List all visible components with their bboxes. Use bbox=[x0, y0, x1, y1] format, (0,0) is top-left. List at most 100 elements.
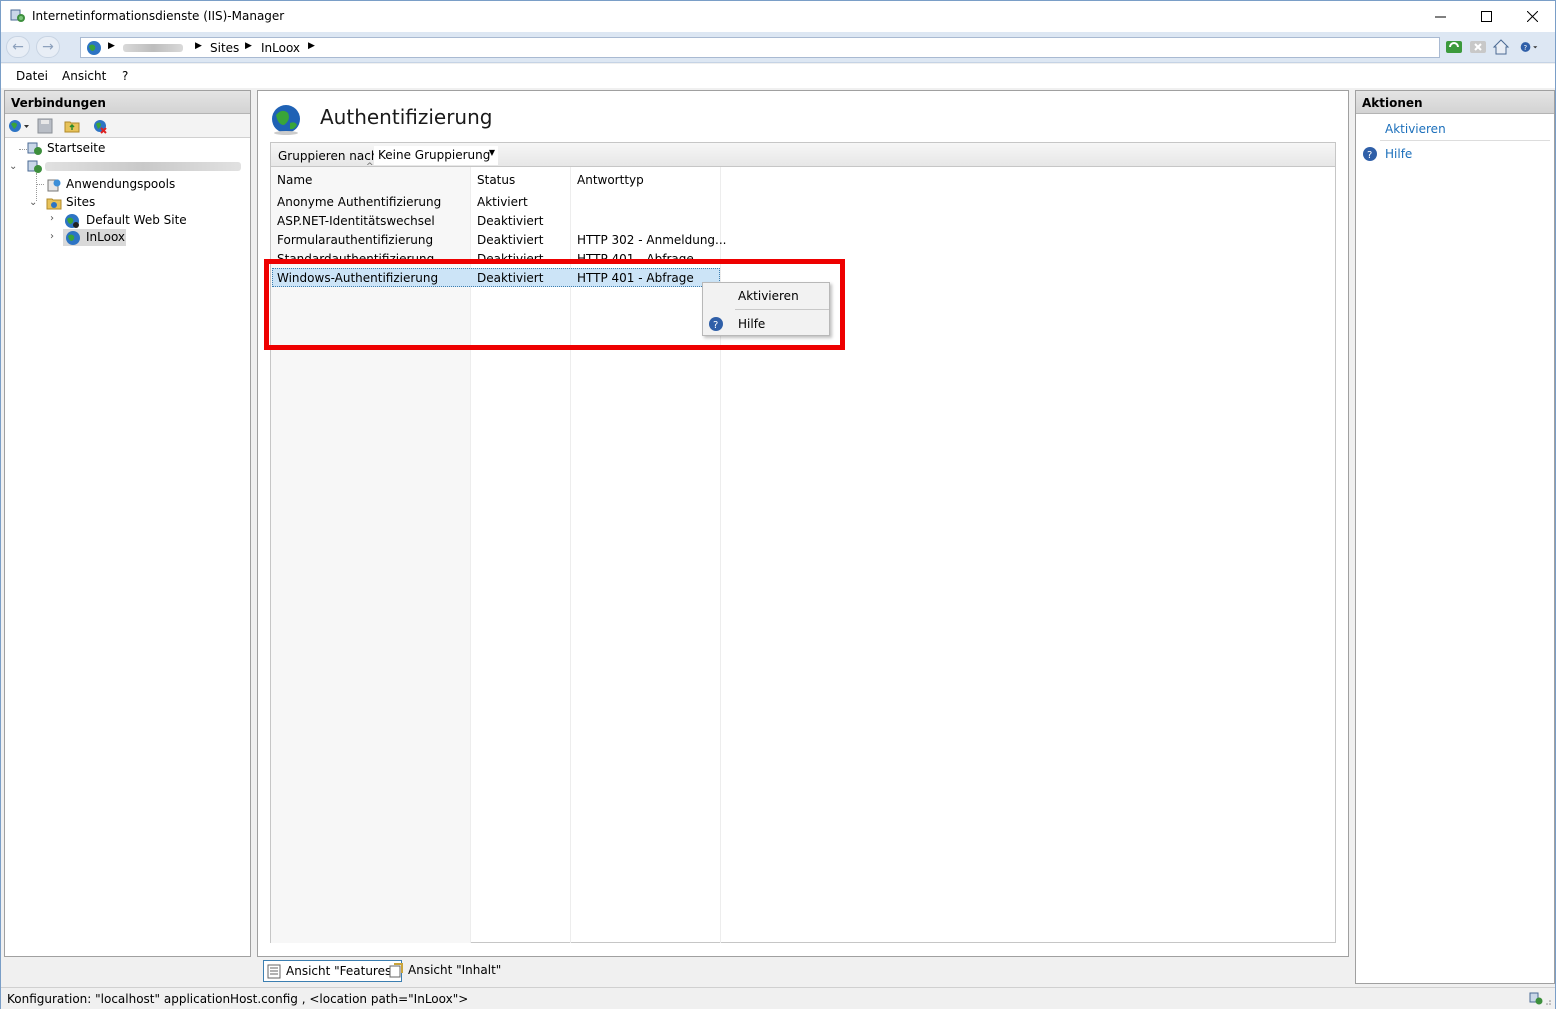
chevron-down-icon: ▼ bbox=[488, 148, 495, 157]
tree-label: Default Web Site bbox=[86, 213, 187, 227]
group-by-select[interactable]: Keine Gruppierung ▼ bbox=[374, 146, 498, 165]
cell-name: Anonyme Authentifizierung bbox=[277, 195, 442, 209]
cell-type: HTTP 302 - Anmeldung... bbox=[577, 233, 727, 247]
tab-features-view[interactable]: Ansicht "Features" bbox=[263, 960, 402, 982]
title-bar: Internetinformationsdienste (IIS)-Manage… bbox=[1, 1, 1555, 32]
tab-label: Ansicht "Features" bbox=[286, 964, 397, 978]
tree-connector bbox=[19, 149, 27, 150]
menu-help[interactable]: ? bbox=[122, 69, 128, 83]
stop-icon[interactable] bbox=[1469, 38, 1487, 56]
cell-status: Deaktiviert bbox=[477, 214, 544, 228]
breadcrumb-sites[interactable]: Sites bbox=[210, 41, 239, 55]
column-header-name[interactable]: Name bbox=[277, 173, 312, 187]
cell-name: Formularauthentifizierung bbox=[277, 233, 434, 247]
close-icon bbox=[1526, 11, 1538, 22]
chevron-right-icon[interactable]: › bbox=[50, 231, 54, 242]
help-dropdown-icon[interactable]: ? bbox=[1520, 38, 1538, 56]
actions-separator bbox=[1380, 140, 1550, 141]
home-icon[interactable] bbox=[1492, 38, 1510, 56]
forward-button[interactable]: → bbox=[36, 36, 60, 58]
actions-header: Aktionen bbox=[1356, 91, 1554, 114]
connect-icon[interactable] bbox=[8, 118, 30, 134]
breadcrumb-inloox[interactable]: InLoox bbox=[261, 41, 300, 55]
chevron-right-icon: ▶ bbox=[308, 41, 315, 51]
context-menu-help[interactable]: Hilfe bbox=[738, 317, 765, 331]
tree-label: Sites bbox=[66, 195, 96, 209]
tree-label: InLoox bbox=[86, 230, 126, 244]
globe-icon bbox=[272, 105, 300, 135]
menu-separator bbox=[735, 309, 829, 310]
context-menu-activate[interactable]: Aktivieren bbox=[738, 289, 799, 303]
action-help-link[interactable]: Hilfe bbox=[1385, 147, 1412, 161]
iis-app-icon bbox=[10, 9, 25, 22]
svg-text:?: ? bbox=[713, 320, 718, 331]
features-view-icon bbox=[267, 964, 281, 979]
connections-header: Verbindungen bbox=[5, 91, 250, 114]
connections-panel: Verbindungen Startseite ⌄ Anwendungspool… bbox=[4, 90, 251, 957]
back-button[interactable]: ← bbox=[6, 36, 30, 58]
content-view-icon bbox=[389, 963, 403, 978]
tab-content-view[interactable]: Ansicht "Inhalt" bbox=[386, 960, 505, 982]
group-by-label: Gruppieren nach: bbox=[278, 149, 383, 163]
sort-asc-icon: ^ bbox=[366, 162, 374, 172]
breadcrumb[interactable]: ▶ ▶ Sites ▶ InLoox ▶ bbox=[80, 37, 1440, 58]
tree-label: Anwendungspools bbox=[66, 177, 176, 191]
status-bar: Konfiguration: "localhost" applicationHo… bbox=[1, 987, 1555, 1009]
cell-status: Aktiviert bbox=[477, 195, 528, 209]
svg-text:?: ? bbox=[1523, 44, 1527, 52]
action-activate-link[interactable]: Aktivieren bbox=[1385, 122, 1446, 136]
group-by-value: Keine Gruppierung bbox=[378, 148, 491, 162]
column-header-response-type[interactable]: Antworttyp bbox=[577, 173, 644, 187]
window-title: Internetinformationsdienste (IIS)-Manage… bbox=[32, 9, 285, 23]
iis-manager-window: Internetinformationsdienste (IIS)-Manage… bbox=[0, 0, 1556, 1009]
sites-folder-icon bbox=[46, 198, 62, 210]
chevron-down-icon[interactable]: ⌄ bbox=[9, 161, 17, 172]
tab-label: Ansicht "Inhalt" bbox=[408, 963, 502, 977]
chevron-right-icon[interactable]: › bbox=[50, 213, 54, 224]
website-globe-icon bbox=[65, 214, 79, 228]
table-row[interactable]: Anonyme Authentifizierung Aktiviert bbox=[272, 192, 1334, 211]
help-icon: ? bbox=[1363, 147, 1377, 161]
refresh-icon[interactable] bbox=[1445, 38, 1463, 56]
chevron-right-icon: ▶ bbox=[195, 41, 202, 51]
tree-label: Startseite bbox=[47, 141, 106, 155]
maximize-button[interactable] bbox=[1463, 1, 1509, 32]
chevron-right-icon: ▶ bbox=[245, 41, 252, 51]
menu-ansicht[interactable]: Ansicht bbox=[62, 69, 106, 83]
server-name-blurred bbox=[123, 44, 183, 52]
arrow-right-icon: → bbox=[42, 39, 54, 55]
group-by-bar: Gruppieren nach: Keine Gruppierung ▼ bbox=[270, 142, 1336, 167]
save-icon[interactable] bbox=[37, 118, 53, 134]
minimize-icon bbox=[1434, 16, 1446, 18]
context-menu: Aktivieren ? Hilfe bbox=[702, 282, 830, 336]
chevron-right-icon: ▶ bbox=[108, 41, 115, 51]
up-folder-icon[interactable] bbox=[64, 118, 80, 134]
chevron-down-icon[interactable]: ⌄ bbox=[29, 197, 37, 208]
server-icon bbox=[27, 160, 42, 173]
maximize-icon bbox=[1480, 11, 1492, 22]
arrow-left-icon: ← bbox=[12, 39, 24, 55]
status-text: Konfiguration: "localhost" applicationHo… bbox=[7, 992, 469, 1006]
help-icon: ? bbox=[709, 317, 723, 331]
menu-datei[interactable]: Datei bbox=[16, 69, 48, 83]
globe-icon bbox=[87, 41, 101, 55]
network-status-icon bbox=[1529, 992, 1551, 1005]
disconnect-icon[interactable] bbox=[92, 118, 108, 134]
app-pools-icon bbox=[47, 179, 61, 192]
main-content-panel: Authentifizierung Gruppieren nach: Keine… bbox=[257, 90, 1349, 982]
table-row[interactable]: Formularauthentifizierung Deaktiviert HT… bbox=[272, 230, 1334, 249]
address-bar: ← → ▶ ▶ Sites ▶ InLoox ▶ ? bbox=[1, 32, 1555, 63]
svg-text:?: ? bbox=[1367, 150, 1372, 161]
page-title: Authentifizierung bbox=[320, 105, 493, 129]
server-name-blurred bbox=[45, 162, 241, 171]
start-page-icon bbox=[27, 142, 42, 155]
table-row[interactable]: ASP.NET-Identitätswechsel Deaktiviert bbox=[272, 211, 1334, 230]
minimize-button[interactable] bbox=[1417, 1, 1463, 32]
column-header-status[interactable]: Status bbox=[477, 173, 515, 187]
close-button[interactable] bbox=[1509, 1, 1555, 32]
cell-status: Deaktiviert bbox=[477, 233, 544, 247]
tree-connector bbox=[36, 184, 44, 185]
actions-panel: Aktionen Aktivieren ? Hilfe bbox=[1355, 90, 1555, 984]
cell-name: ASP.NET-Identitätswechsel bbox=[277, 214, 435, 228]
menu-bar: Datei Ansicht ? bbox=[1, 64, 1555, 88]
